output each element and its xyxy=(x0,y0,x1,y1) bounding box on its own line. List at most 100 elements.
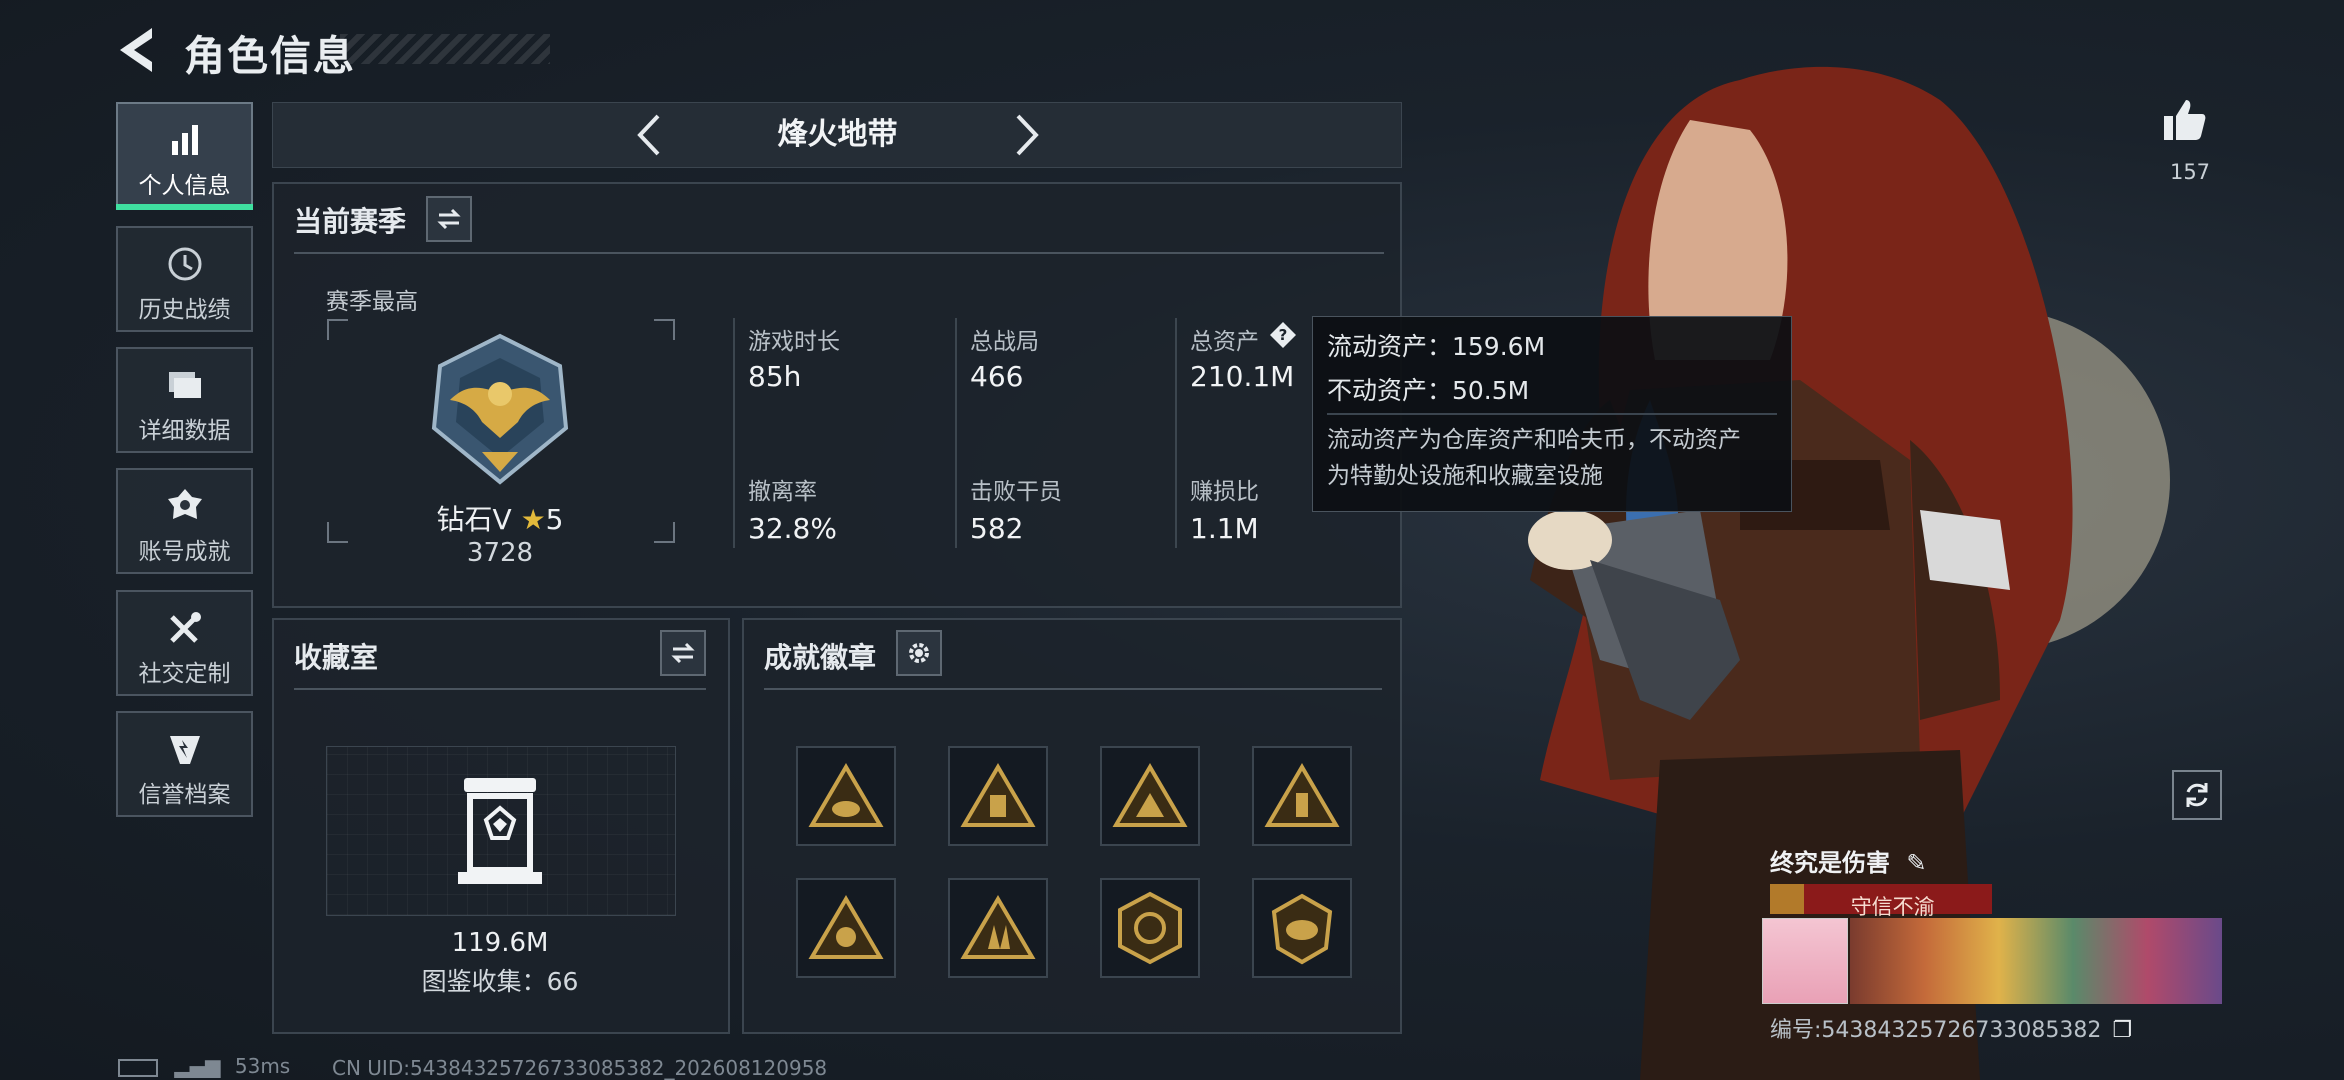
stat-value-extract-rate: 32.8% xyxy=(748,512,837,545)
badge-shield-icon xyxy=(1271,893,1333,965)
gear-icon xyxy=(909,643,929,663)
player-name-row: 终究是伤害 ✎ xyxy=(1770,843,1926,878)
credit-shield-icon xyxy=(169,736,200,764)
banner-artwork xyxy=(1850,918,2222,1004)
sidebar-item-label: 社交定制 xyxy=(138,661,231,687)
stat-divider xyxy=(955,318,957,548)
season-title: 当前赛季 xyxy=(294,205,407,238)
stat-value-playtime: 85h xyxy=(748,360,802,393)
achievement-badge[interactable] xyxy=(1252,878,1352,978)
player-name: 终究是伤害 xyxy=(1770,849,1890,877)
achievement-badge[interactable] xyxy=(948,746,1048,846)
stat-label-extract-rate: 撤离率 xyxy=(748,479,817,505)
svg-text:?: ? xyxy=(1279,326,1288,344)
signal-icon: ▂▄▆ xyxy=(174,1054,221,1078)
sidebar-item-details[interactable]: 详细数据 xyxy=(116,347,253,453)
stat-value-matches: 466 xyxy=(970,360,1024,393)
battery-icon xyxy=(118,1058,158,1077)
player-title-text: 守信不渝 xyxy=(1850,895,1935,919)
footer-uid: CN UID:54384325726733085382_202608120958 xyxy=(332,1056,828,1080)
sidebar-item-label: 个人信息 xyxy=(138,173,231,199)
player-title-tag: 守信不渝 xyxy=(1770,884,1992,919)
status-bar: ▂▄▆ 53ms xyxy=(118,1054,290,1078)
player-uid: 编号:54384325726733085382 xyxy=(1770,1018,2102,1043)
chevron-left-icon[interactable] xyxy=(630,110,670,160)
player-uid-row: 编号:54384325726733085382 ❐ xyxy=(1770,1012,2132,1044)
badge-triangle-icon xyxy=(960,763,1036,827)
collection-switch-button[interactable] xyxy=(660,630,706,676)
badge-triangle-icon xyxy=(1264,763,1340,827)
ping-value: 53ms xyxy=(234,1054,291,1078)
title-emblem-icon xyxy=(1770,884,1804,914)
sidebar-item-label: 信誉档案 xyxy=(138,782,231,808)
collection-title: 收藏室 xyxy=(294,641,379,674)
folder-icon xyxy=(168,372,201,398)
achievement-badge[interactable] xyxy=(948,878,1048,978)
back-arrow-icon[interactable] xyxy=(112,22,162,78)
tooltip-description-line1: 流动资产为仓库资产和哈夫币，不动资产 xyxy=(1327,427,1741,453)
achievement-badge-icon xyxy=(167,489,202,519)
stat-label-playtime: 游戏时长 xyxy=(748,329,840,355)
sidebar-item-credit[interactable]: 信誉档案 xyxy=(116,711,253,817)
like-count: 157 xyxy=(2169,160,2211,184)
page-title: 角色信息 xyxy=(184,32,356,80)
tools-icon xyxy=(169,612,201,643)
sidebar-item-history[interactable]: 历史战绩 xyxy=(116,226,253,332)
badge-triangle-icon xyxy=(1112,763,1188,827)
help-icon[interactable]: ? xyxy=(1268,320,1298,350)
badge-triangle-icon xyxy=(808,763,884,827)
stat-value-kills: 582 xyxy=(970,512,1024,545)
divider xyxy=(1327,413,1777,415)
swap-arrows-icon xyxy=(437,208,461,230)
divider xyxy=(764,688,1382,690)
sidebar-item-label: 历史战绩 xyxy=(138,297,231,323)
stat-value-assets: 210.1M xyxy=(1190,360,1295,393)
bar-chart-icon xyxy=(171,125,198,155)
season-switch-button[interactable] xyxy=(426,196,472,242)
stat-label-profit-ratio: 赚损比 xyxy=(1190,479,1259,505)
active-indicator xyxy=(116,204,253,210)
season-best-label: 赛季最高 xyxy=(326,289,418,315)
achievement-badge[interactable] xyxy=(796,746,896,846)
badge-triangle-icon xyxy=(960,895,1036,959)
chevron-right-icon[interactable] xyxy=(1006,110,1046,160)
stat-divider xyxy=(1175,318,1177,548)
stat-label-matches: 总战局 xyxy=(970,329,1039,355)
achievement-badge[interactable] xyxy=(796,878,896,978)
edit-pencil-icon[interactable]: ✎ xyxy=(1906,849,1926,877)
achievement-badge[interactable] xyxy=(1100,746,1200,846)
emblem-frame-corners xyxy=(327,319,675,543)
thumbs-up-icon[interactable] xyxy=(2160,96,2208,144)
badge-hexagon-icon xyxy=(1118,891,1182,965)
badge-triangle-icon xyxy=(808,895,884,959)
refresh-button[interactable] xyxy=(2172,770,2222,820)
history-clock-icon xyxy=(168,247,201,281)
tooltip-liquid-assets: 流动资产：159.6M xyxy=(1327,332,1546,361)
avatar xyxy=(1762,918,1848,1004)
title-decoration xyxy=(340,34,550,64)
sidebar-item-achievements[interactable]: 账号成就 xyxy=(116,468,253,574)
collection-value: 119.6M xyxy=(451,928,549,958)
assets-tooltip: 流动资产：159.6M 不动资产：50.5M 流动资产为仓库资产和哈夫币，不动资… xyxy=(1312,316,1792,512)
profile-banner[interactable] xyxy=(1762,918,2222,1004)
stat-divider xyxy=(733,318,735,548)
copy-icon[interactable]: ❐ xyxy=(2112,1018,2132,1043)
divider xyxy=(294,252,1384,254)
sidebar-item-personal-info[interactable]: 个人信息 xyxy=(116,102,253,208)
badges-title: 成就徽章 xyxy=(764,641,877,674)
achievement-badge[interactable] xyxy=(1100,878,1200,978)
sidebar-item-label: 账号成就 xyxy=(138,539,231,565)
swap-arrows-icon xyxy=(671,642,695,664)
collection-count: 图鉴收集：66 xyxy=(421,967,579,996)
divider xyxy=(294,688,706,690)
badge-settings-button[interactable] xyxy=(896,630,942,676)
refresh-icon xyxy=(2186,783,2208,807)
sidebar-item-label: 详细数据 xyxy=(138,418,231,444)
achievement-badge[interactable] xyxy=(1252,746,1352,846)
sidebar-item-social[interactable]: 社交定制 xyxy=(116,590,253,696)
display-cabinet-icon xyxy=(458,778,542,884)
tooltip-description-line2: 为特勤处设施和收藏室设施 xyxy=(1327,463,1603,489)
mode-name: 烽火地带 xyxy=(777,117,898,152)
stat-label-kills: 击败干员 xyxy=(970,479,1062,505)
tooltip-fixed-assets: 不动资产：50.5M xyxy=(1327,376,1530,405)
